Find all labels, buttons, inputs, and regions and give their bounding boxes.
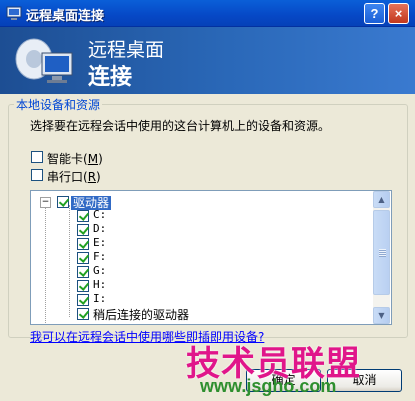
drive-item[interactable]: F: [93,250,106,263]
ok-button[interactable]: 确定 [246,369,321,392]
pnp-help-link[interactable]: 我可以在远程会话中使用哪些即插即用设备? [30,328,264,345]
smartcard-label[interactable]: 智能卡(M) [47,150,103,167]
drive-checkbox[interactable] [77,252,89,264]
resource-tree[interactable]: − 驱动器 C: D: E: F: G: H: I: 稍后连接的驱动器 ▲ ▼ [30,190,392,325]
drive-item[interactable]: D: [93,222,106,235]
collapse-toggle[interactable]: − [40,197,51,208]
drive-checkbox[interactable] [77,224,89,236]
banner-title-line1: 远程桌面 [88,39,165,61]
remote-desktop-logo-icon [15,38,73,83]
scroll-up-icon[interactable]: ▲ [373,191,390,208]
later-drives-item[interactable]: 稍后连接的驱动器 [93,306,189,323]
scroll-thumb[interactable] [373,210,390,295]
tree-connector [69,205,70,317]
cancel-button[interactable]: 取消 [327,369,402,392]
title-bar[interactable]: 远程桌面连接 ? × [0,0,415,27]
tree-connector [45,205,46,324]
drive-checkbox[interactable] [77,294,89,306]
drive-item[interactable]: H: [93,278,106,291]
serial-port-label[interactable]: 串行口(R) [47,168,101,185]
drive-checkbox[interactable] [77,266,89,278]
drive-checkbox[interactable] [77,308,89,320]
drive-item[interactable]: I: [93,292,106,305]
scroll-down-icon[interactable]: ▼ [373,307,390,324]
help-button[interactable]: ? [364,3,385,24]
tree-scrollbar[interactable]: ▲ ▼ [373,191,390,324]
smartcard-checkbox[interactable] [31,151,43,163]
drives-checkbox[interactable] [57,196,69,208]
window-title: 远程桌面连接 [26,8,105,23]
header-banner: 远程桌面 连接 [0,27,415,94]
remote-desktop-icon [6,6,22,20]
close-button[interactable]: × [388,3,409,24]
scroll-grip-icon [379,249,386,257]
group-label: 本地设备和资源 [14,96,103,113]
instructions-text: 选择要在远程会话中使用的这台计算机上的设备和资源。 [30,119,331,133]
drive-checkbox[interactable] [77,280,89,292]
banner-title-line2: 连接 [88,65,133,90]
drive-item[interactable]: C: [93,208,106,221]
drive-checkbox[interactable] [77,238,89,250]
drive-item[interactable]: G: [93,264,106,277]
drive-item[interactable]: E: [93,236,106,249]
drive-checkbox[interactable] [77,210,89,222]
serial-port-checkbox[interactable] [31,169,43,181]
